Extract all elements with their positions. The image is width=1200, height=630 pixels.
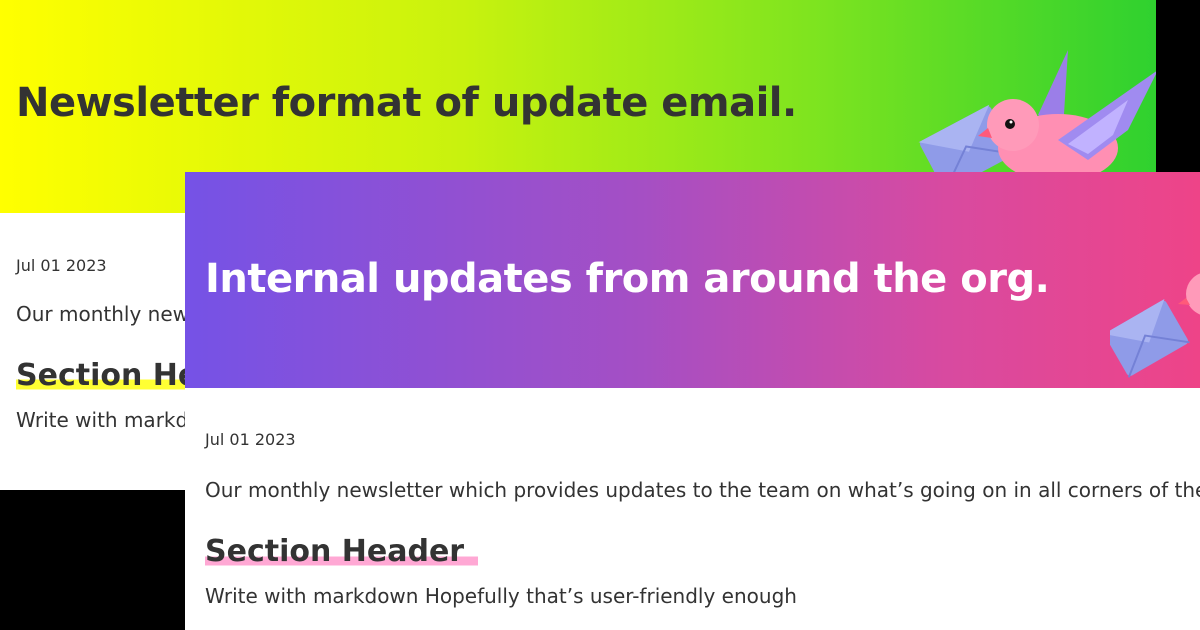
post-date: Jul 01 2023 (16, 256, 107, 275)
body-text: Write with markdown Hopefully that’s use… (205, 584, 797, 608)
card-title: Internal updates from around the org. (205, 256, 1050, 302)
intro-text: Our monthly newsletter which provides up… (205, 478, 1200, 502)
post-date: Jul 01 2023 (205, 430, 296, 449)
card-title: Newsletter format of update email. (16, 80, 797, 126)
preview-stage: Newsletter format of update email. Jul 0… (0, 0, 1200, 630)
newsletter-card-front: Internal updates from around the org. Ju… (185, 172, 1200, 630)
bird-with-envelope-icon (1110, 273, 1200, 378)
section-header: Section Header (205, 534, 479, 569)
